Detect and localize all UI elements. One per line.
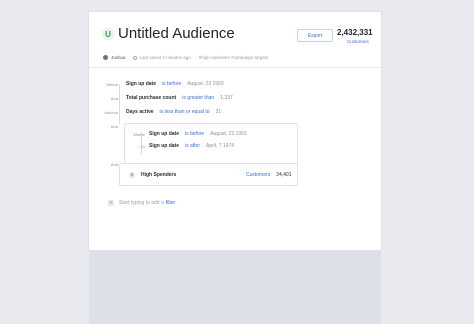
filter-field[interactable]: Sign up date bbox=[126, 81, 156, 87]
filter-field[interactable]: Sign up date bbox=[149, 131, 179, 137]
filter-value[interactable]: 1,337 bbox=[220, 95, 233, 101]
filter-connector[interactable]: And/not bbox=[98, 110, 118, 115]
segment-count: 24,401 bbox=[276, 172, 292, 178]
filter-operator[interactable]: is less than or equal to bbox=[160, 109, 210, 115]
filter-value[interactable]: April, 7 1974 bbox=[206, 143, 234, 149]
last-saved-text: Last saved 2 minutes ago bbox=[139, 55, 191, 60]
add-filter-link[interactable]: filter bbox=[166, 200, 175, 206]
segment-name[interactable]: High Spenders bbox=[141, 172, 176, 178]
add-filter-prompt: Start typing to add a bbox=[119, 200, 164, 206]
filter-operator[interactable]: is before bbox=[162, 81, 181, 87]
group-row-connector[interactable]: Or bbox=[125, 144, 145, 149]
audience-title[interactable]: Untitled Audience bbox=[118, 25, 235, 42]
add-filter[interactable]: + Start typing to add a filter bbox=[108, 200, 175, 206]
audience-meta: Joshua Last saved 2 minutes ago #high-sp… bbox=[103, 55, 268, 60]
connector-line bbox=[119, 84, 120, 124]
audience-count: 2,432,331 bbox=[337, 28, 373, 37]
filter-value[interactable]: 21 bbox=[216, 109, 222, 115]
segment-box[interactable]: H High Spenders Customers 24,401 bbox=[119, 163, 298, 186]
filter-group: Where Sign up date is before August, 23 … bbox=[124, 123, 298, 166]
filter-field[interactable]: Total purchase count bbox=[126, 95, 176, 101]
group-filter-row[interactable]: Sign up date is before August, 23 1993 bbox=[149, 131, 247, 137]
segment-icon: H bbox=[129, 172, 135, 178]
filter-row[interactable]: Days active is less than or equal to 21 bbox=[126, 109, 221, 115]
filter-value[interactable]: August, 23 1993 bbox=[187, 81, 223, 87]
tags-text[interactable]: #high-spenders #campaign-targets bbox=[199, 55, 269, 60]
group-row-connector[interactable]: Where bbox=[125, 132, 145, 137]
background-strip bbox=[89, 250, 381, 324]
plus-icon[interactable]: + bbox=[108, 200, 114, 206]
audience-badge: U bbox=[102, 28, 114, 40]
filter-connector[interactable]: And bbox=[98, 96, 118, 101]
clock-icon bbox=[132, 55, 137, 60]
filter-row[interactable]: Total purchase count is greater than 1,3… bbox=[126, 95, 233, 101]
audience-count-label: Customers bbox=[347, 39, 369, 44]
group-filter-row[interactable]: Sign up date is after April, 7 1974 bbox=[149, 143, 234, 149]
segment-connector[interactable]: And bbox=[98, 162, 118, 167]
filter-field[interactable]: Sign up date bbox=[149, 143, 179, 149]
filter-operator[interactable]: is before bbox=[185, 131, 204, 137]
segment-stats: Customers 24,401 bbox=[246, 172, 291, 178]
avatar bbox=[103, 55, 108, 60]
filter-connector[interactable]: Where bbox=[98, 82, 118, 87]
owner-name: Joshua bbox=[111, 55, 126, 60]
segment-type: Customers bbox=[246, 172, 271, 178]
filter-value[interactable]: August, 23 1993 bbox=[210, 131, 246, 137]
filter-operator[interactable]: is greater than bbox=[182, 95, 214, 101]
filter-field[interactable]: Days active bbox=[126, 109, 154, 115]
filter-row[interactable]: Sign up date is before August, 23 1993 bbox=[126, 81, 224, 87]
audience-card: U Untitled Audience Joshua Last saved 2 … bbox=[89, 12, 381, 250]
export-button[interactable]: Export bbox=[297, 29, 333, 42]
segment-row[interactable]: H High Spenders bbox=[129, 172, 176, 178]
group-connector[interactable]: And bbox=[98, 124, 118, 129]
audience-header: U Untitled Audience Joshua Last saved 2 … bbox=[89, 12, 381, 68]
filter-operator[interactable]: is after bbox=[185, 143, 200, 149]
